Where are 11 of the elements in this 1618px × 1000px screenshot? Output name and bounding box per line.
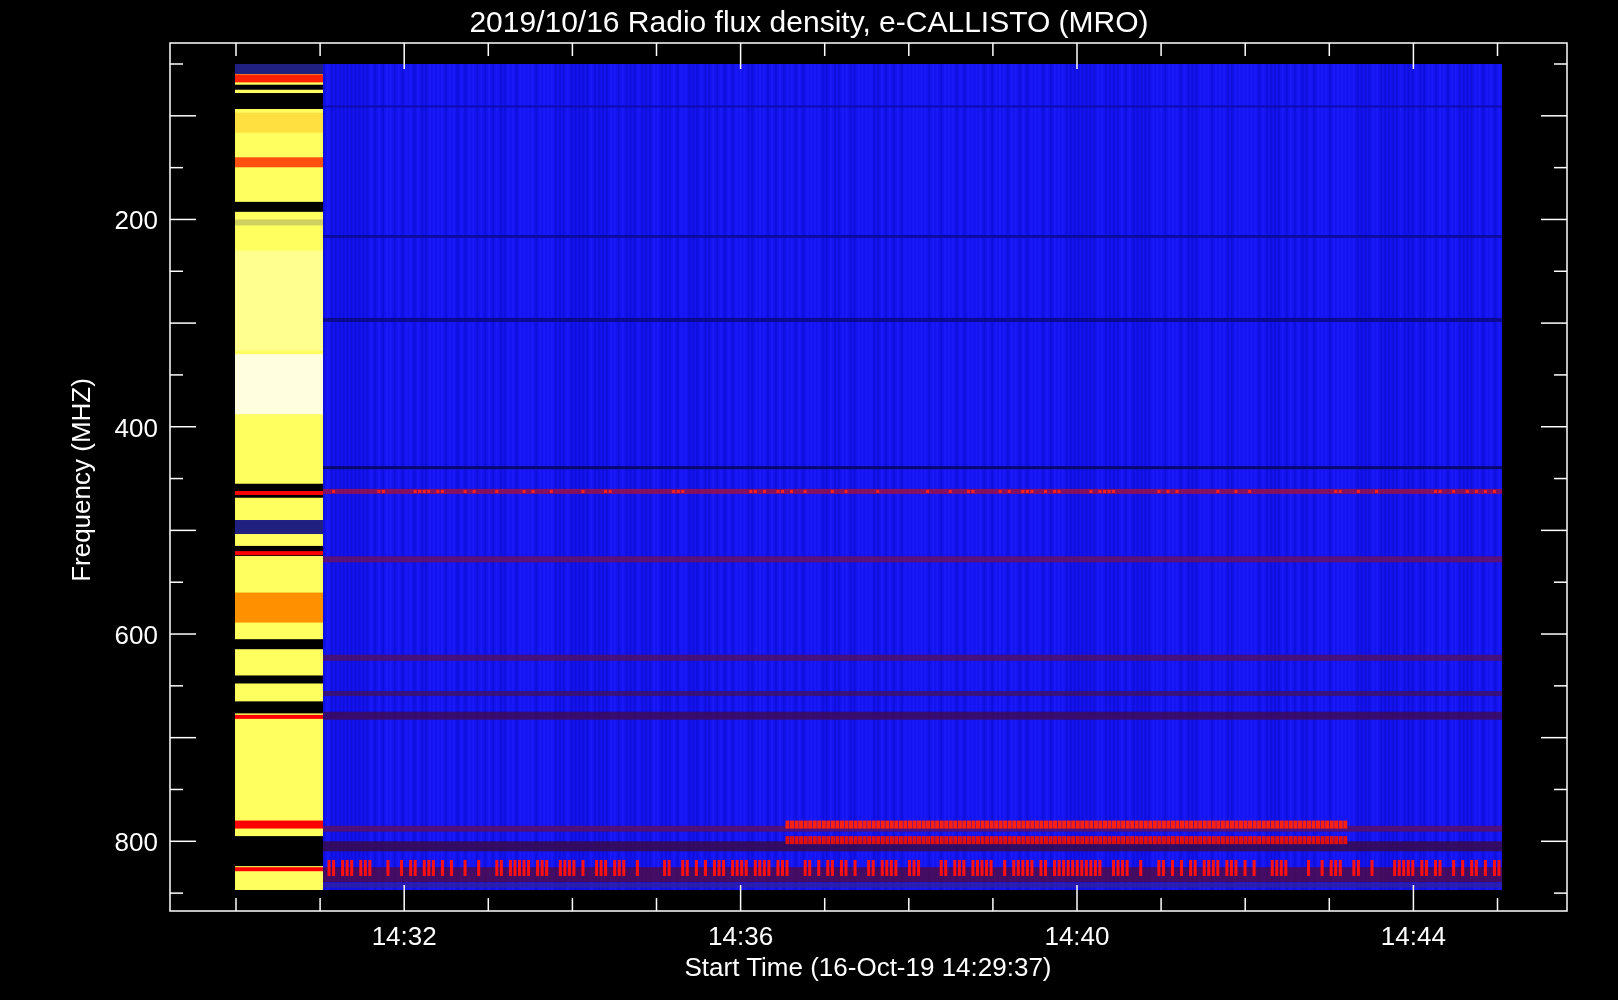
- x-tick-label: 14:32: [371, 921, 437, 951]
- y-tick-label: 400: [114, 412, 158, 443]
- y-axis-label: Frequency (MHZ): [66, 378, 96, 582]
- x-axis-label: Start Time (16-Oct-19 14:29:37): [684, 952, 1052, 982]
- y-tick-label: 600: [114, 620, 158, 650]
- x-tick-label: 14:44: [1380, 921, 1446, 951]
- y-tick-label: 200: [114, 205, 158, 236]
- chart-title: 2019/10/16 Radio flux density, e-CALLISTO (MRO): [469, 5, 1149, 38]
- x-tick-label: 14:40: [1044, 921, 1110, 951]
- y-tick-label: 800: [114, 827, 158, 858]
- x-tick-label: 14:36: [708, 921, 774, 951]
